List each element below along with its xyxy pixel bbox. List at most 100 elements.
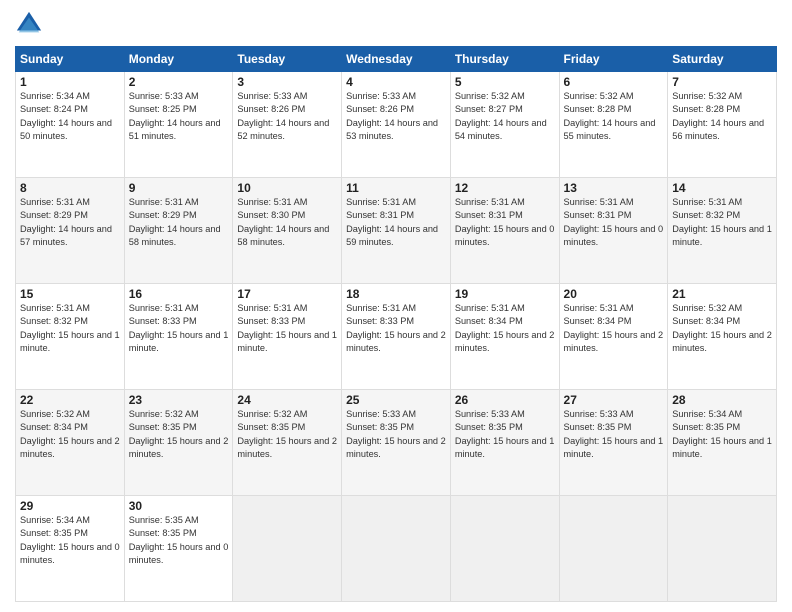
day-number: 30: [129, 499, 229, 513]
page: SundayMondayTuesdayWednesdayThursdayFrid…: [0, 0, 792, 612]
calendar-week-1: 1 Sunrise: 5:34 AMSunset: 8:24 PMDayligh…: [16, 72, 777, 178]
day-info: Sunrise: 5:32 AMSunset: 8:34 PMDaylight:…: [20, 408, 120, 461]
day-number: 16: [129, 287, 229, 301]
weekday-header-row: SundayMondayTuesdayWednesdayThursdayFrid…: [16, 47, 777, 72]
day-number: 8: [20, 181, 120, 195]
calendar-cell: 26 Sunrise: 5:33 AMSunset: 8:35 PMDaylig…: [450, 390, 559, 496]
day-number: 13: [564, 181, 664, 195]
calendar-week-4: 22 Sunrise: 5:32 AMSunset: 8:34 PMDaylig…: [16, 390, 777, 496]
calendar-cell: [342, 496, 451, 602]
calendar-cell: 9 Sunrise: 5:31 AMSunset: 8:29 PMDayligh…: [124, 178, 233, 284]
header: [15, 10, 777, 38]
day-number: 27: [564, 393, 664, 407]
day-number: 10: [237, 181, 337, 195]
day-info: Sunrise: 5:32 AMSunset: 8:34 PMDaylight:…: [672, 302, 772, 355]
day-number: 4: [346, 75, 446, 89]
weekday-friday: Friday: [559, 47, 668, 72]
day-number: 25: [346, 393, 446, 407]
calendar-cell: 23 Sunrise: 5:32 AMSunset: 8:35 PMDaylig…: [124, 390, 233, 496]
day-info: Sunrise: 5:32 AMSunset: 8:28 PMDaylight:…: [672, 90, 772, 143]
day-number: 24: [237, 393, 337, 407]
day-info: Sunrise: 5:31 AMSunset: 8:30 PMDaylight:…: [237, 196, 337, 249]
weekday-thursday: Thursday: [450, 47, 559, 72]
day-number: 26: [455, 393, 555, 407]
day-info: Sunrise: 5:33 AMSunset: 8:26 PMDaylight:…: [237, 90, 337, 143]
calendar-cell: 6 Sunrise: 5:32 AMSunset: 8:28 PMDayligh…: [559, 72, 668, 178]
logo-icon: [15, 10, 43, 38]
day-info: Sunrise: 5:31 AMSunset: 8:34 PMDaylight:…: [564, 302, 664, 355]
day-info: Sunrise: 5:33 AMSunset: 8:35 PMDaylight:…: [346, 408, 446, 461]
calendar-cell: 8 Sunrise: 5:31 AMSunset: 8:29 PMDayligh…: [16, 178, 125, 284]
calendar-cell: 30 Sunrise: 5:35 AMSunset: 8:35 PMDaylig…: [124, 496, 233, 602]
calendar-cell: 14 Sunrise: 5:31 AMSunset: 8:32 PMDaylig…: [668, 178, 777, 284]
day-info: Sunrise: 5:31 AMSunset: 8:33 PMDaylight:…: [346, 302, 446, 355]
day-info: Sunrise: 5:31 AMSunset: 8:31 PMDaylight:…: [455, 196, 555, 249]
calendar-cell: 12 Sunrise: 5:31 AMSunset: 8:31 PMDaylig…: [450, 178, 559, 284]
calendar-cell: 17 Sunrise: 5:31 AMSunset: 8:33 PMDaylig…: [233, 284, 342, 390]
calendar-cell: 15 Sunrise: 5:31 AMSunset: 8:32 PMDaylig…: [16, 284, 125, 390]
day-number: 18: [346, 287, 446, 301]
weekday-monday: Monday: [124, 47, 233, 72]
day-info: Sunrise: 5:31 AMSunset: 8:33 PMDaylight:…: [237, 302, 337, 355]
weekday-saturday: Saturday: [668, 47, 777, 72]
calendar-cell: [450, 496, 559, 602]
day-info: Sunrise: 5:33 AMSunset: 8:26 PMDaylight:…: [346, 90, 446, 143]
calendar-cell: 21 Sunrise: 5:32 AMSunset: 8:34 PMDaylig…: [668, 284, 777, 390]
calendar-cell: 25 Sunrise: 5:33 AMSunset: 8:35 PMDaylig…: [342, 390, 451, 496]
calendar-cell: [559, 496, 668, 602]
calendar-cell: 2 Sunrise: 5:33 AMSunset: 8:25 PMDayligh…: [124, 72, 233, 178]
day-info: Sunrise: 5:31 AMSunset: 8:34 PMDaylight:…: [455, 302, 555, 355]
day-number: 29: [20, 499, 120, 513]
day-number: 23: [129, 393, 229, 407]
day-info: Sunrise: 5:35 AMSunset: 8:35 PMDaylight:…: [129, 514, 229, 567]
day-number: 11: [346, 181, 446, 195]
calendar-cell: 3 Sunrise: 5:33 AMSunset: 8:26 PMDayligh…: [233, 72, 342, 178]
logo: [15, 10, 47, 38]
calendar-week-5: 29 Sunrise: 5:34 AMSunset: 8:35 PMDaylig…: [16, 496, 777, 602]
day-number: 19: [455, 287, 555, 301]
day-number: 6: [564, 75, 664, 89]
calendar-cell: 20 Sunrise: 5:31 AMSunset: 8:34 PMDaylig…: [559, 284, 668, 390]
calendar-cell: 1 Sunrise: 5:34 AMSunset: 8:24 PMDayligh…: [16, 72, 125, 178]
day-number: 3: [237, 75, 337, 89]
day-info: Sunrise: 5:33 AMSunset: 8:35 PMDaylight:…: [564, 408, 664, 461]
day-info: Sunrise: 5:31 AMSunset: 8:29 PMDaylight:…: [20, 196, 120, 249]
calendar-cell: 27 Sunrise: 5:33 AMSunset: 8:35 PMDaylig…: [559, 390, 668, 496]
day-number: 15: [20, 287, 120, 301]
day-number: 9: [129, 181, 229, 195]
day-number: 17: [237, 287, 337, 301]
calendar-cell: 4 Sunrise: 5:33 AMSunset: 8:26 PMDayligh…: [342, 72, 451, 178]
day-info: Sunrise: 5:31 AMSunset: 8:31 PMDaylight:…: [564, 196, 664, 249]
day-info: Sunrise: 5:34 AMSunset: 8:24 PMDaylight:…: [20, 90, 120, 143]
day-info: Sunrise: 5:34 AMSunset: 8:35 PMDaylight:…: [20, 514, 120, 567]
calendar-cell: 19 Sunrise: 5:31 AMSunset: 8:34 PMDaylig…: [450, 284, 559, 390]
calendar-cell: 5 Sunrise: 5:32 AMSunset: 8:27 PMDayligh…: [450, 72, 559, 178]
day-info: Sunrise: 5:31 AMSunset: 8:32 PMDaylight:…: [672, 196, 772, 249]
day-number: 21: [672, 287, 772, 301]
calendar-week-2: 8 Sunrise: 5:31 AMSunset: 8:29 PMDayligh…: [16, 178, 777, 284]
calendar-cell: 10 Sunrise: 5:31 AMSunset: 8:30 PMDaylig…: [233, 178, 342, 284]
calendar-cell: [668, 496, 777, 602]
day-info: Sunrise: 5:32 AMSunset: 8:35 PMDaylight:…: [129, 408, 229, 461]
day-number: 28: [672, 393, 772, 407]
calendar-week-3: 15 Sunrise: 5:31 AMSunset: 8:32 PMDaylig…: [16, 284, 777, 390]
day-number: 22: [20, 393, 120, 407]
day-info: Sunrise: 5:31 AMSunset: 8:32 PMDaylight:…: [20, 302, 120, 355]
day-number: 20: [564, 287, 664, 301]
day-info: Sunrise: 5:31 AMSunset: 8:31 PMDaylight:…: [346, 196, 446, 249]
day-info: Sunrise: 5:31 AMSunset: 8:33 PMDaylight:…: [129, 302, 229, 355]
calendar-table: SundayMondayTuesdayWednesdayThursdayFrid…: [15, 46, 777, 602]
weekday-wednesday: Wednesday: [342, 47, 451, 72]
calendar-cell: 22 Sunrise: 5:32 AMSunset: 8:34 PMDaylig…: [16, 390, 125, 496]
day-info: Sunrise: 5:34 AMSunset: 8:35 PMDaylight:…: [672, 408, 772, 461]
day-info: Sunrise: 5:32 AMSunset: 8:27 PMDaylight:…: [455, 90, 555, 143]
calendar-cell: 18 Sunrise: 5:31 AMSunset: 8:33 PMDaylig…: [342, 284, 451, 390]
calendar-cell: 28 Sunrise: 5:34 AMSunset: 8:35 PMDaylig…: [668, 390, 777, 496]
day-info: Sunrise: 5:32 AMSunset: 8:35 PMDaylight:…: [237, 408, 337, 461]
calendar-cell: [233, 496, 342, 602]
day-number: 14: [672, 181, 772, 195]
weekday-sunday: Sunday: [16, 47, 125, 72]
day-number: 7: [672, 75, 772, 89]
day-info: Sunrise: 5:31 AMSunset: 8:29 PMDaylight:…: [129, 196, 229, 249]
day-number: 1: [20, 75, 120, 89]
